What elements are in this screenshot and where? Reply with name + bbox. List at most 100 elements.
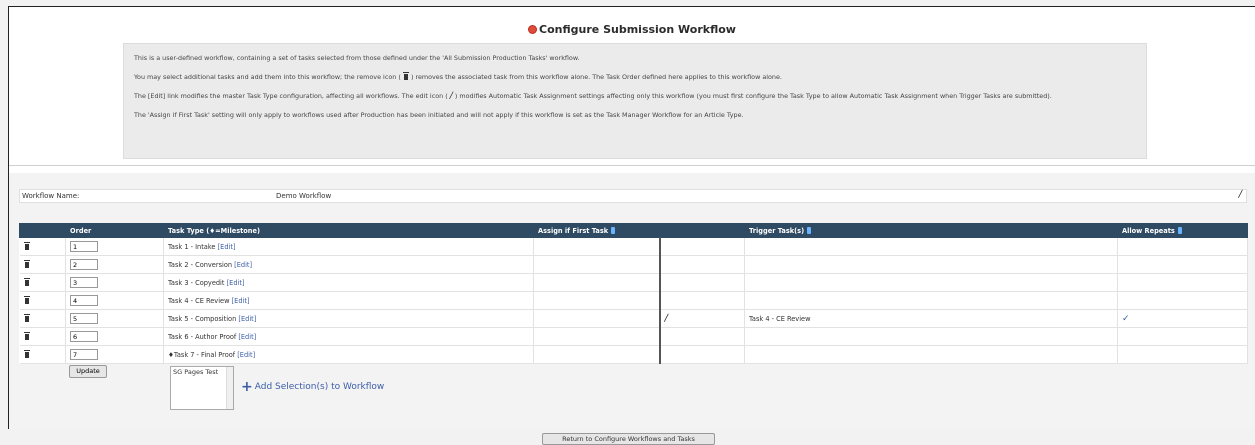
order-input[interactable]: [70, 349, 98, 360]
assign-first-cell: [533, 255, 661, 274]
assign-first-cell: [533, 291, 661, 310]
trash-icon[interactable]: [23, 314, 30, 322]
task-select-option[interactable]: SG Pages Test: [173, 368, 218, 376]
edit-assignment-icon[interactable]: ∕: [665, 313, 668, 324]
edit-assignment-cell: ∕: [659, 309, 745, 328]
info-p3-after: ) modifies Automatic Task Assignment set…: [454, 92, 1052, 100]
edit-task-link[interactable]: [Edit]: [238, 315, 256, 323]
info-icon[interactable]: [611, 226, 616, 234]
remove-cell: [19, 255, 66, 274]
info-paragraph-4: The 'Assign if First Task' setting will …: [134, 111, 744, 119]
trigger-cell: [744, 291, 1118, 310]
order-cell: [65, 327, 164, 346]
order-input[interactable]: [70, 331, 98, 342]
assign-first-cell: [533, 309, 661, 328]
page-title: Configure Submission Workflow: [9, 23, 1255, 36]
remove-cell: [19, 327, 66, 346]
add-selection-link[interactable]: + Add Selection(s) to Workflow: [241, 379, 384, 395]
task-name: ♦Task 7 - Final Proof: [168, 350, 236, 359]
task-cell: Task 4 - CE Review [Edit]: [163, 291, 534, 310]
task-name: Task 3 - Copyedit: [168, 278, 225, 287]
info-p2-after: ) removes the associated task from this …: [410, 73, 782, 81]
scrollbar[interactable]: [226, 367, 233, 409]
edit-assignment-cell: [659, 345, 745, 364]
trigger-cell: [744, 255, 1118, 274]
update-button[interactable]: Update: [69, 365, 107, 378]
order-input[interactable]: [70, 277, 98, 288]
remove-cell: [19, 273, 66, 292]
info-p2-before: You may select additional tasks and add …: [134, 73, 401, 81]
header-remove: [19, 223, 66, 238]
order-cell: [65, 309, 164, 328]
task-cell: Task 3 - Copyedit [Edit]: [163, 273, 534, 292]
allow-repeats-cell: [1117, 237, 1248, 256]
info-paragraph-3: The [Edit] link modifies the master Task…: [134, 91, 1136, 101]
trash-icon[interactable]: [23, 242, 30, 250]
edit-assignment-cell: [659, 255, 745, 274]
table-row: Task 2 - Conversion [Edit]: [19, 255, 1248, 274]
assign-first-cell: [533, 327, 661, 346]
trash-icon[interactable]: [23, 260, 30, 268]
return-button[interactable]: Return to Configure Workflows and Tasks: [542, 433, 715, 445]
remove-cell: [19, 309, 66, 328]
trash-icon[interactable]: [23, 332, 30, 340]
assign-first-cell: [533, 273, 661, 292]
edit-task-link[interactable]: [Edit]: [234, 261, 252, 269]
edit-task-link[interactable]: [Edit]: [232, 297, 250, 305]
table-row: ♦Task 7 - Final Proof [Edit]: [19, 345, 1248, 364]
task-name: Task 4 - CE Review: [168, 296, 230, 305]
table-row: Task 5 - Composition [Edit] ∕ Task 4 - CE …: [19, 309, 1248, 328]
order-cell: [65, 255, 164, 274]
edit-task-link[interactable]: [Edit]: [238, 333, 256, 341]
page-title-text: Configure Submission Workflow: [539, 23, 736, 36]
divider: [9, 165, 1255, 166]
pencil-icon: ∕: [449, 91, 453, 101]
header-edit-col: [659, 223, 745, 238]
task-select-list[interactable]: SG Pages Test: [170, 366, 234, 410]
info-paragraph-1: This is a user-defined workflow, contain…: [134, 54, 580, 62]
header-trigger: Trigger Task(s): [744, 223, 1118, 238]
task-cell: Task 2 - Conversion [Edit]: [163, 255, 534, 274]
task-cell: Task 1 - Intake [Edit]: [163, 237, 534, 256]
trash-icon[interactable]: [23, 296, 30, 304]
header-assign-first: Assign if First Task: [533, 223, 660, 238]
trigger-cell: [744, 345, 1118, 364]
configure-icon: [528, 25, 538, 34]
task-cell: ♦Task 7 - Final Proof [Edit]: [163, 345, 534, 364]
info-icon[interactable]: [1177, 226, 1182, 234]
tasks-table: Order Task Type (♦=Milestone) Assign if …: [19, 223, 1248, 364]
order-input[interactable]: [70, 295, 98, 306]
edit-task-link[interactable]: [Edit]: [227, 279, 245, 287]
trigger-cell: Task 4 - CE Review: [744, 309, 1118, 328]
info-icon[interactable]: [807, 226, 812, 234]
task-cell: Task 6 - Author Proof [Edit]: [163, 327, 534, 346]
allow-repeats-cell: ✓: [1117, 309, 1248, 328]
add-selection-label[interactable]: Add Selection(s) to Workflow: [255, 382, 385, 392]
workflow-name-row: Workflow Name: Demo Workflow ∕: [19, 189, 1247, 203]
edit-task-link[interactable]: [Edit]: [237, 351, 255, 359]
trigger-cell: [744, 327, 1118, 346]
order-cell: [65, 291, 164, 310]
edit-assignment-cell: [659, 291, 745, 310]
order-cell: [65, 237, 164, 256]
trigger-cell: [744, 237, 1118, 256]
order-input[interactable]: [70, 259, 98, 270]
allow-repeats-cell: [1117, 255, 1248, 274]
edit-workflow-name-icon[interactable]: ∕: [1239, 189, 1242, 200]
edit-task-link[interactable]: [Edit]: [218, 243, 236, 251]
trash-icon[interactable]: [23, 278, 30, 286]
info-paragraph-2: You may select additional tasks and add …: [134, 72, 1136, 82]
order-input[interactable]: [70, 313, 98, 324]
header-allow-repeats: Allow Repeats: [1117, 223, 1248, 238]
edit-assignment-cell: [659, 327, 745, 346]
remove-cell: [19, 291, 66, 310]
trash-icon[interactable]: [23, 350, 30, 358]
order-input[interactable]: [70, 241, 98, 252]
allow-repeats-cell: [1117, 345, 1248, 364]
edit-assignment-cell: [659, 273, 745, 292]
task-name: Task 6 - Author Proof: [168, 332, 237, 341]
order-cell: [65, 345, 164, 364]
workflow-name-value: Demo Workflow: [276, 192, 332, 200]
edit-assignment-cell: [659, 237, 745, 256]
task-name: Task 5 - Composition: [168, 314, 237, 323]
